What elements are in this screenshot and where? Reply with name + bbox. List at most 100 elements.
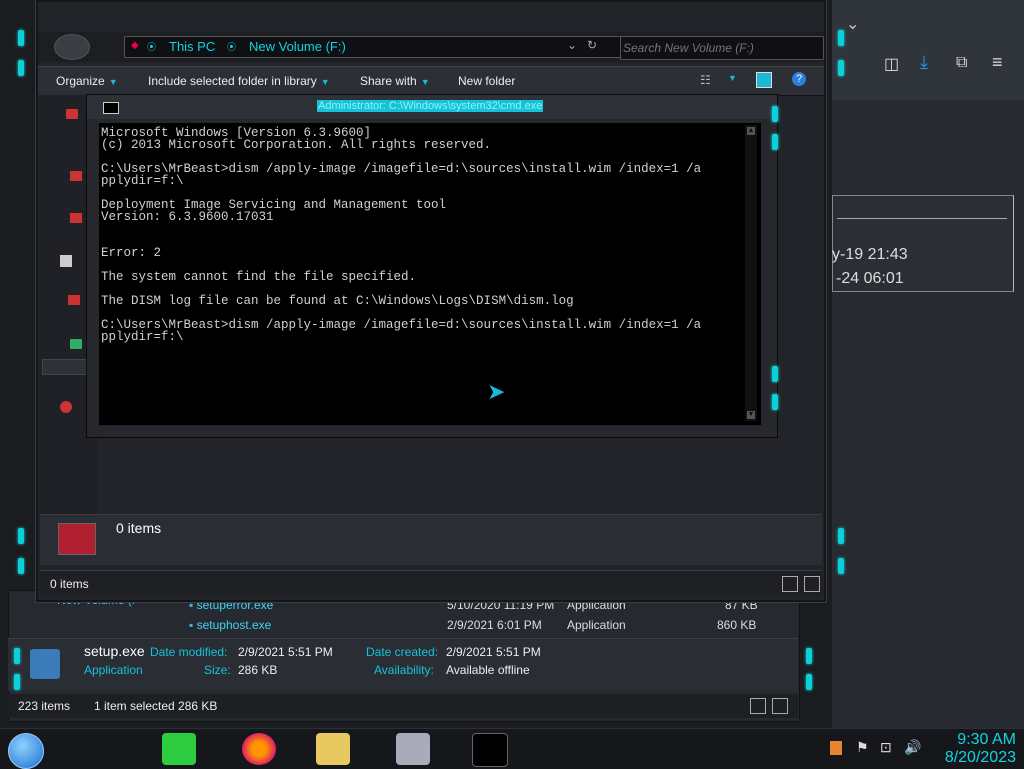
status-items-count: 0 items (50, 577, 89, 591)
breadcrumb-this-pc[interactable]: This PC (169, 39, 215, 54)
back-forward-icon[interactable] (54, 34, 90, 60)
nav-icon[interactable] (66, 109, 78, 119)
detail-file-type: Application (84, 663, 143, 677)
taskbar: ⚑ ⊡ 🔊 9:30 AM 8/20/2023 (0, 728, 1024, 769)
status-bar: 0 items (40, 570, 822, 597)
scroll-up-arrow-icon[interactable]: ▲ (747, 127, 755, 135)
file-explorer-icon[interactable] (316, 733, 350, 765)
details-pane: setup.exe Application Date modified: 2/9… (8, 638, 798, 691)
details-view-icon[interactable] (750, 698, 766, 714)
new-folder-button[interactable]: New folder (458, 74, 515, 88)
share-with-menu[interactable]: Share with ▼ (360, 74, 430, 88)
view-dropdown-icon[interactable]: ▼ (728, 73, 737, 83)
status-bar: 223 items 1 item selected 286 KB (8, 694, 798, 718)
clock-date: 8/20/2023 (944, 749, 1016, 766)
preview-pane-icon[interactable] (756, 72, 772, 88)
scroll-down-arrow-icon[interactable]: ▼ (747, 411, 755, 419)
nav-icon[interactable] (70, 339, 82, 349)
download-icon[interactable]: ⤓ (920, 52, 928, 73)
accent-light (772, 134, 778, 150)
flag-icon[interactable]: ⚑ (856, 739, 869, 756)
nav-icon[interactable] (70, 171, 82, 181)
start-button-icon[interactable] (8, 733, 44, 769)
size-value: 286 KB (238, 663, 278, 677)
command-bar: Organize ▼ Include selected folder in lib… (38, 66, 824, 96)
file-date: 2/9/2021 6:01 PM (447, 618, 542, 632)
details-view-icon[interactable] (782, 576, 798, 592)
accent-light (772, 366, 778, 382)
large-icons-view-icon[interactable] (804, 576, 820, 592)
cmd-window: Administrator: C:\Windows\system32\cmd.e… (86, 94, 778, 438)
cmd-console[interactable]: Microsoft Windows [Version 6.3.9600] (c)… (99, 123, 761, 425)
organize-menu[interactable]: Organize ▼ (56, 74, 118, 88)
installer-icon[interactable] (396, 733, 430, 765)
date-created-label: Date created: (366, 645, 439, 659)
cmd-title-bar[interactable]: Administrator: C:\Windows\system32\cmd.e… (87, 95, 777, 119)
date-created-value: 2/9/2021 5:51 PM (446, 645, 541, 659)
size-label: Size: (204, 663, 231, 677)
menu-icon[interactable]: ≡ (992, 52, 1003, 73)
date-modified-label: Date modified: (150, 645, 228, 659)
accent-light (806, 674, 812, 690)
include-library-menu[interactable]: Include selected folder in library ▼ (148, 74, 330, 88)
cmd-app-icon (103, 102, 119, 114)
availability-label: Availability: (374, 663, 434, 677)
exe-icon: ▪ (189, 618, 194, 632)
nav-icon[interactable] (60, 401, 72, 413)
items-count: 223 items (18, 699, 71, 713)
nav-icon[interactable] (70, 213, 82, 223)
accent-light (18, 558, 24, 574)
file-row[interactable]: ▪ setuphost.exe (189, 618, 271, 632)
nav-icon[interactable] (60, 255, 72, 267)
accent-light (838, 528, 844, 544)
drive-icon: ◆ (131, 40, 139, 51)
breadcrumb-separator-icon: ⦿ (147, 42, 157, 52)
accent-light (14, 674, 20, 690)
console-output: Microsoft Windows [Version 6.3.9600] (c)… (101, 126, 702, 344)
pocket-icon[interactable]: ◫ (884, 54, 899, 74)
detail-file-name: setup.exe (84, 643, 145, 659)
accent-light (806, 648, 812, 664)
accent-light (18, 30, 24, 46)
network-icon[interactable]: ⊡ (880, 739, 892, 756)
accent-light (772, 106, 778, 122)
details-pane: 0 items (40, 514, 822, 565)
spotify-icon[interactable] (162, 733, 196, 765)
setup-app-icon (30, 649, 60, 679)
background-window-toolbar (832, 0, 1024, 100)
item-count-text: 0 items (116, 520, 162, 536)
accent-light (14, 648, 20, 664)
refresh-icon[interactable]: ↻ (587, 38, 597, 52)
selection-info: 1 item selected 286 KB (94, 699, 218, 713)
search-input[interactable] (620, 36, 824, 60)
console-scrollbar[interactable]: ▲ ▼ (745, 125, 757, 421)
help-icon[interactable]: ? (792, 72, 806, 86)
chevron-down-icon[interactable]: ⌄ (846, 14, 859, 34)
volume-icon[interactable]: 🔊 (904, 739, 921, 756)
background-text-2: -24 06:01 (836, 270, 904, 287)
large-icons-view-icon[interactable] (772, 698, 788, 714)
cmd-taskbar-icon[interactable] (472, 733, 508, 767)
drive-thumbnail-icon (58, 523, 96, 555)
background-text-1: y-19 21:43 (832, 246, 908, 263)
cmd-title: Administrator: C:\Windows\system32\cmd.e… (317, 100, 544, 112)
availability-value: Available offline (446, 663, 530, 677)
accent-light (838, 558, 844, 574)
clock[interactable]: 9:30 AM 8/20/2023 (945, 731, 1016, 767)
change-view-icon[interactable]: ☷ (700, 73, 711, 87)
extensions-icon[interactable]: ⧉ (956, 54, 967, 72)
accent-light (838, 60, 844, 76)
breadcrumb-separator-icon: ⦿ (227, 42, 237, 52)
tray-icon[interactable] (830, 741, 842, 755)
address-dropdown-icon[interactable]: ⌄ (567, 38, 577, 52)
accent-light (838, 30, 844, 46)
firefox-icon[interactable] (242, 733, 276, 765)
breadcrumb-new-volume[interactable]: New Volume (F:) (249, 39, 346, 54)
file-type: Application (567, 618, 626, 632)
address-bar[interactable]: ◆ ⦿ This PC ⦿ New Volume (F:) ⌄ ↻ (124, 36, 644, 58)
background-window-right: ⌄ ◫ ⤓ ⧉ ≡ y-19 21:43 -24 06:01 (832, 0, 1024, 730)
nav-icon[interactable] (68, 295, 80, 305)
accent-light (18, 60, 24, 76)
clock-time: 9:30 AM (957, 731, 1016, 748)
file-name: setuphost.exe (196, 618, 272, 632)
